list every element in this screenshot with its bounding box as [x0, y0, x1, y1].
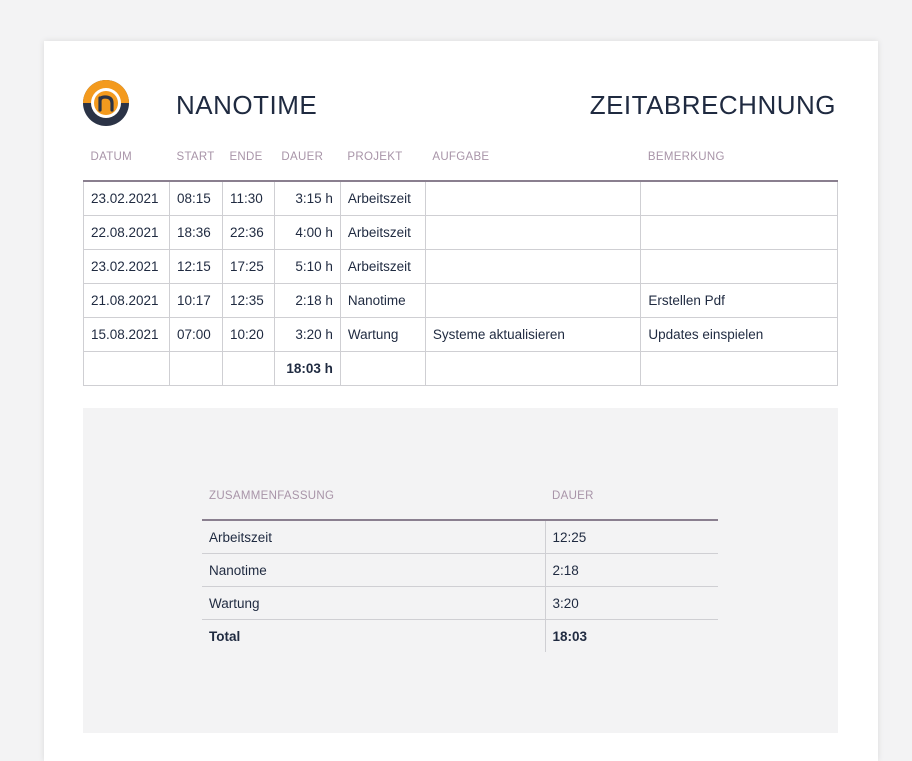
report-page: NANOTIME ZEITABRECHNUNG DATUM START ENDE… [44, 41, 878, 761]
column-header-bemerkung: BEMERKUNG [640, 151, 838, 182]
column-header-dauer: DAUER [274, 151, 341, 182]
summary-cell-name: Arbeitszeit [202, 520, 545, 554]
summary-cell-dauer: 2:18 [544, 553, 718, 587]
cell-empty [83, 351, 170, 386]
cell-projekt: Arbeitszeit [339, 180, 426, 216]
summary-total-label: Total [209, 628, 241, 644]
summary-cell-name: Wartung [202, 586, 545, 620]
summary-row: Arbeitszeit 12:25 [202, 520, 718, 554]
table-row: 23.02.2021 08:15 11:30 3:15 h Arbeitszei… [83, 180, 838, 216]
cell-start: 07:00 [168, 317, 223, 352]
summary-header-name: ZUSAMMENFASSUNG [202, 490, 545, 521]
table-header-row: DATUM START ENDE DAUER PROJEKT AUFGABE B… [83, 151, 838, 182]
cell-empty [339, 351, 426, 386]
summary-header-dauer: DAUER [545, 490, 718, 521]
nanotime-logo-icon [83, 80, 129, 126]
document-title: ZEITABRECHNUNG [589, 90, 836, 120]
table-row: 23.02.2021 12:15 17:25 5:10 h Arbeitszei… [83, 249, 838, 284]
cell-empty [168, 351, 223, 386]
summary-cell-dauer: 12:25 [544, 520, 718, 554]
cell-start: 08:15 [168, 180, 223, 216]
cell-ende: 11:30 [221, 180, 275, 216]
cell-bemerkung: Erstellen Pdf [640, 283, 838, 318]
cell-empty [424, 351, 642, 386]
cell-dauer: 3:20 h [273, 317, 341, 352]
cell-start: 12:15 [168, 249, 223, 284]
cell-projekt: Arbeitszeit [339, 215, 426, 250]
table-total-row: 18:03 h [83, 351, 838, 386]
cell-projekt: Wartung [339, 317, 426, 352]
cell-dauer: 3:15 h [273, 180, 341, 216]
cell-start: 10:17 [168, 283, 223, 318]
summary-header-row: ZUSAMMENFASSUNG DAUER [202, 490, 718, 521]
cell-empty [640, 351, 838, 386]
cell-dauer: 4:00 h [273, 215, 341, 250]
column-header-aufgabe: AUFGABE [425, 151, 641, 182]
table-row: 22.08.2021 18:36 22:36 4:00 h Arbeitszei… [83, 215, 838, 250]
summary-section: ZUSAMMENFASSUNG DAUER Arbeitszeit 12:25 … [83, 408, 838, 733]
table-row: 15.08.2021 07:00 10:20 3:20 h Wartung Sy… [83, 317, 838, 352]
column-header-datum: DATUM [83, 151, 170, 182]
table-row: 21.08.2021 10:17 12:35 2:18 h Nanotime E… [83, 283, 838, 318]
brand-name: NANOTIME [176, 90, 318, 120]
cell-ende: 10:20 [221, 317, 275, 352]
cell-datum: 15.08.2021 [83, 317, 170, 352]
cell-ende: 12:35 [221, 283, 275, 318]
cell-bemerkung [640, 249, 838, 284]
cell-bemerkung [640, 180, 838, 216]
cell-projekt: Nanotime [339, 283, 426, 318]
cell-aufgabe [424, 215, 642, 250]
column-header-start: START [169, 151, 223, 182]
summary-total-dauer: 18:03 [544, 619, 718, 652]
summary-row: Wartung 3:20 [202, 586, 718, 620]
cell-ende: 17:25 [221, 249, 275, 284]
cell-datum: 23.02.2021 [83, 180, 170, 216]
summary-table: ZUSAMMENFASSUNG DAUER Arbeitszeit 12:25 … [202, 490, 718, 652]
cell-aufgabe: Systeme aktualisieren [424, 317, 642, 352]
column-header-ende: ENDE [222, 151, 275, 182]
column-header-projekt: PROJEKT [340, 151, 426, 182]
cell-datum: 22.08.2021 [83, 215, 170, 250]
time-entries-table: DATUM START ENDE DAUER PROJEKT AUFGABE B… [83, 151, 838, 386]
cell-aufgabe [424, 283, 642, 318]
cell-datum: 23.02.2021 [83, 249, 170, 284]
summary-cell-name: Nanotime [202, 553, 545, 587]
cell-datum: 21.08.2021 [83, 283, 170, 318]
cell-empty [221, 351, 275, 386]
cell-aufgabe [424, 180, 642, 216]
cell-total-dauer: 18:03 h [273, 351, 341, 386]
cell-bemerkung: Updates einspielen [640, 317, 838, 352]
cell-projekt: Arbeitszeit [339, 249, 426, 284]
cell-dauer: 2:18 h [273, 283, 341, 318]
cell-bemerkung [640, 215, 838, 250]
summary-total-row: Total 18:03 [202, 619, 718, 652]
cell-aufgabe [424, 249, 642, 284]
cell-dauer: 5:10 h [273, 249, 341, 284]
cell-ende: 22:36 [221, 215, 275, 250]
cell-start: 18:36 [168, 215, 223, 250]
summary-row: Nanotime 2:18 [202, 553, 718, 587]
summary-cell-dauer: 3:20 [544, 586, 718, 620]
